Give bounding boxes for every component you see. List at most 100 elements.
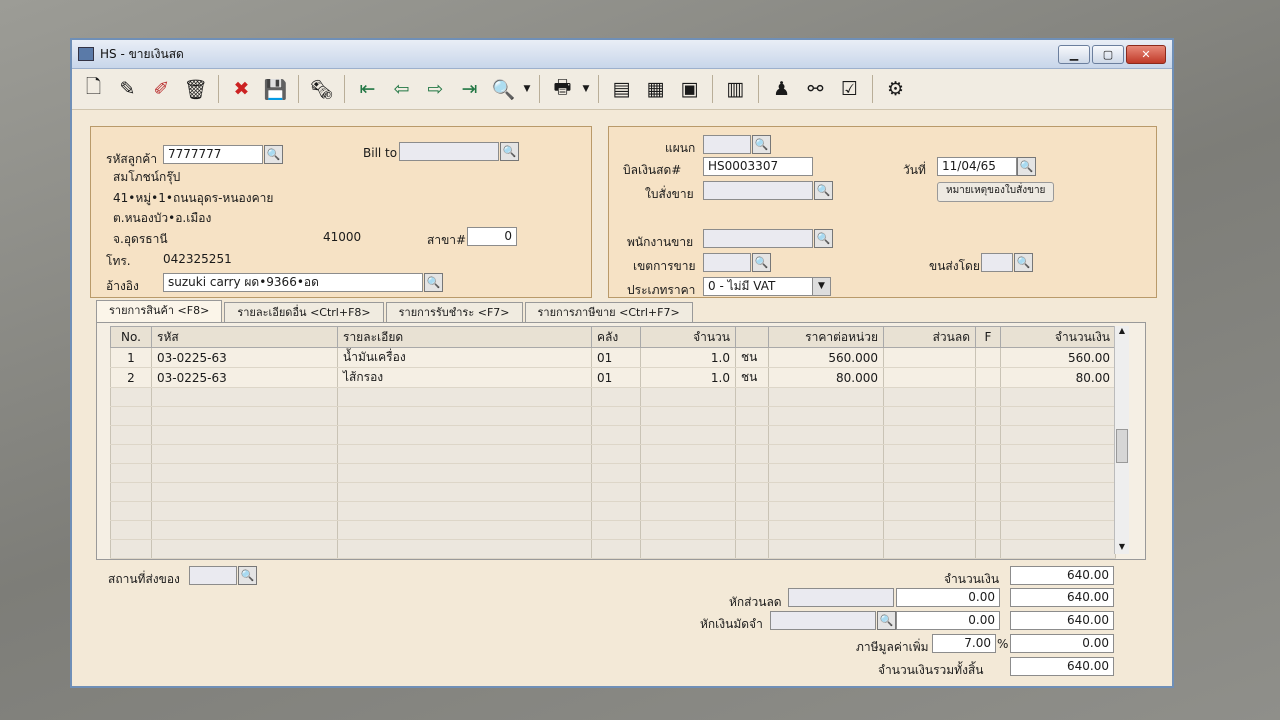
empty-row[interactable] [110, 539, 1116, 559]
discount-field[interactable]: 0.00 [896, 588, 1000, 607]
customer-search-icon[interactable]: 🔍 [264, 145, 283, 164]
reference-search-icon[interactable]: 🔍 [424, 273, 443, 292]
scroll-thumb[interactable] [1116, 429, 1128, 463]
chevron-down-icon[interactable]: ▼ [812, 278, 830, 295]
grid-scrollbar[interactable]: ▲ ▼ [1114, 326, 1129, 554]
items-table: No. รหัส รายละเอียด คลัง จำนวน ราคาต่อหน… [110, 326, 1116, 559]
col-amount[interactable]: จำนวนเงิน [1000, 326, 1116, 348]
empty-row[interactable] [110, 425, 1116, 445]
ship-place-field[interactable] [189, 566, 237, 585]
tab-items[interactable]: รายการสินค้า <F8> [96, 300, 223, 322]
approve-icon[interactable]: ♟ [766, 74, 797, 105]
trash-icon[interactable]: 🗑 [180, 74, 211, 105]
sales-area-field[interactable] [703, 253, 751, 272]
export-icon[interactable]: ▣ [674, 74, 705, 105]
delete-icon[interactable]: ✐ [146, 74, 177, 105]
close-button[interactable]: ✕ [1126, 44, 1166, 64]
col-no[interactable]: No. [110, 326, 152, 348]
department-field[interactable] [703, 135, 751, 154]
deposit-ref-field[interactable] [770, 611, 876, 630]
printer-icon[interactable]: 🖶 [547, 74, 578, 105]
first-icon[interactable]: ⇤ [352, 74, 383, 105]
new-icon[interactable]: 🗋 [78, 74, 109, 105]
total-field: 640.00 [1010, 657, 1114, 676]
ship-place-search-icon[interactable]: 🔍 [238, 566, 257, 585]
col-unit-price[interactable]: ราคาต่อหน่วย [768, 326, 884, 348]
amount-field: 640.00 [1010, 566, 1114, 585]
col-code[interactable]: รหัส [151, 326, 338, 348]
row-discount [883, 367, 976, 388]
bill-number-field[interactable]: HS0003307 [703, 157, 813, 176]
tool-icon[interactable]: ⚙ [880, 74, 911, 105]
save-icon[interactable]: 💾 [260, 74, 291, 105]
empty-row[interactable] [110, 520, 1116, 540]
empty-row[interactable] [110, 463, 1116, 483]
calc-icon[interactable]: ▥ [720, 74, 751, 105]
tab-strip: รายการสินค้า <F8> รายละเอียดอื่น <Ctrl+F… [96, 300, 695, 322]
sales-order-search-icon[interactable]: 🔍 [814, 181, 833, 200]
col-discount[interactable]: ส่วนลด [883, 326, 976, 348]
row-code: 03-0225-63 [151, 347, 338, 368]
total-label: จำนวนเงินรวมทั้งสิ้น [878, 663, 984, 677]
maximize-button[interactable]: ▢ [1092, 44, 1124, 64]
empty-row[interactable] [110, 501, 1116, 521]
salesman-field[interactable] [703, 229, 813, 248]
search-icon[interactable]: 🔍 [488, 74, 519, 105]
tab-sales-tax[interactable]: รายการภาษีขาย <Ctrl+F7> [524, 302, 693, 322]
shipping-search-icon[interactable]: 🔍 [1014, 253, 1033, 272]
empty-row[interactable] [110, 406, 1116, 426]
price-type-select[interactable]: 0 - ไม่มี VAT ▼ [703, 277, 831, 296]
order-note-button[interactable]: หมายเหตุของใบสั่งขาย [937, 182, 1055, 202]
tab-payments[interactable]: รายการรับชำระ <F7> [385, 302, 523, 322]
ok-icon[interactable]: ☑ [834, 74, 865, 105]
table-row[interactable]: 1 03-0225-63 น้ำมันเครื่อง 01 1.0 ชน 560… [110, 347, 1116, 368]
edit-icon[interactable]: ✎ [112, 74, 143, 105]
col-unit[interactable] [735, 326, 769, 348]
deposit-field[interactable]: 0.00 [896, 611, 1000, 630]
next-icon[interactable]: ⇨ [420, 74, 451, 105]
col-flag[interactable]: F [975, 326, 1001, 348]
branch-field[interactable]: 0 [467, 227, 517, 246]
sales-order-label: ใบสั่งขาย [645, 187, 694, 201]
reference-field[interactable]: suzuki carry ผด•9366•อด [163, 273, 423, 292]
row-no: 1 [110, 347, 152, 368]
scroll-up-icon[interactable]: ▲ [1115, 326, 1129, 338]
calendar-icon[interactable]: 🔍 [1017, 157, 1036, 176]
col-description[interactable]: รายละเอียด [337, 326, 592, 348]
salesman-search-icon[interactable]: 🔍 [814, 229, 833, 248]
col-warehouse[interactable]: คลัง [591, 326, 641, 348]
sales-area-search-icon[interactable]: 🔍 [752, 253, 771, 272]
table-row[interactable]: 2 03-0225-63 ไส้กรอง 01 1.0 ชน 80.000 80… [110, 367, 1116, 388]
tab-other-details[interactable]: รายละเอียดอื่น <Ctrl+F8> [224, 302, 384, 322]
col-quantity[interactable]: จำนวน [640, 326, 736, 348]
deposit-search-icon[interactable]: 🔍 [877, 611, 896, 630]
empty-row[interactable] [110, 444, 1116, 464]
empty-row[interactable] [110, 387, 1116, 407]
cancel-icon[interactable]: ✖ [226, 74, 257, 105]
toolbar-separator [344, 75, 345, 103]
scroll-down-icon[interactable]: ▼ [1115, 542, 1129, 554]
date-field[interactable]: 11/04/65 [937, 157, 1017, 176]
shipping-field[interactable] [981, 253, 1013, 272]
billto-field[interactable] [399, 142, 499, 161]
list-icon[interactable]: ▦ [640, 74, 671, 105]
prev-icon[interactable]: ⇦ [386, 74, 417, 105]
report-icon[interactable]: ▤ [606, 74, 637, 105]
empty-row[interactable] [110, 482, 1116, 502]
minimize-button[interactable]: ▁ [1058, 44, 1090, 64]
department-search-icon[interactable]: 🔍 [752, 135, 771, 154]
link-icon[interactable]: ⚯ [800, 74, 831, 105]
billto-search-icon[interactable]: 🔍 [500, 142, 519, 161]
customer-code-field[interactable]: 7777777 [163, 145, 263, 164]
title-bar: HS - ขายเงินสด ▁ ▢ ✕ [72, 40, 1172, 69]
last-icon[interactable]: ⇥ [454, 74, 485, 105]
dropdown-arrow-icon[interactable]: ▼ [522, 74, 532, 105]
dropdown-arrow-icon[interactable]: ▼ [581, 74, 591, 105]
items-grid: No. รหัส รายละเอียด คลัง จำนวน ราคาต่อหน… [96, 322, 1146, 560]
print-preview-icon[interactable]: 🗞 [306, 74, 337, 105]
row-description: น้ำมันเครื่อง [337, 347, 592, 368]
vat-rate-field[interactable]: 7.00 [932, 634, 996, 653]
sales-order-field[interactable] [703, 181, 813, 200]
discount-text-field[interactable] [788, 588, 894, 607]
sales-area-label: เขตการขาย [633, 259, 696, 273]
